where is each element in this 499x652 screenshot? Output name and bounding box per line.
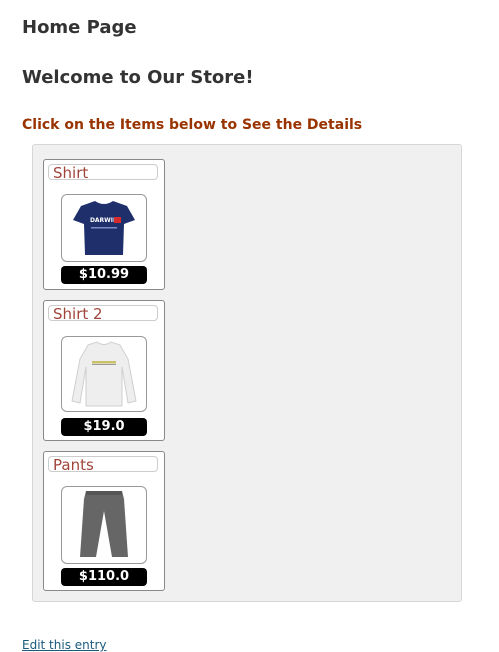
instruction-text: Click on the Items below to See the Deta… [22, 117, 363, 133]
product-image-shirt-2[interactable] [61, 336, 147, 412]
product-image-pants[interactable] [61, 486, 147, 564]
edit-entry-link[interactable]: Edit this entry [22, 638, 107, 652]
product-name[interactable]: Shirt [48, 164, 158, 180]
navy-tshirt-icon: DARWIN [73, 201, 135, 255]
welcome-heading: Welcome to Our Store! [22, 67, 254, 88]
product-price: $10.99 [61, 266, 147, 284]
product-name[interactable]: Pants [48, 456, 158, 472]
product-card-shirt[interactable]: Shirt DARWIN $10.99 [43, 159, 165, 290]
shirt-print-text: DARWIN [90, 217, 118, 224]
product-catalog: Shirt DARWIN $10.99 Shirt 2 $19.0 Pants [32, 144, 462, 602]
gray-pants-icon [80, 491, 128, 557]
product-price: $110.0 [61, 568, 147, 586]
product-image-shirt[interactable]: DARWIN [61, 194, 147, 262]
product-price: $19.0 [61, 418, 147, 436]
page-title: Home Page [22, 17, 137, 38]
white-longsleeve-shirt-icon [71, 341, 137, 407]
product-card-pants[interactable]: Pants $110.0 [43, 451, 165, 591]
product-name[interactable]: Shirt 2 [48, 305, 158, 321]
product-card-shirt-2[interactable]: Shirt 2 $19.0 [43, 300, 165, 441]
